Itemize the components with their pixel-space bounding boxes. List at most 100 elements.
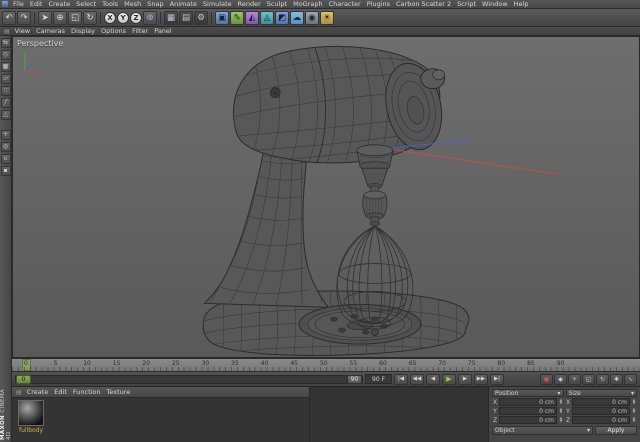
menu-file[interactable]: File	[10, 0, 27, 8]
next-key-button[interactable]: ▶▶	[474, 374, 488, 385]
size-y-stepper[interactable]: ▲▼	[631, 408, 637, 414]
enable-axis-icon[interactable]: +	[1, 130, 11, 140]
material-thumbnail[interactable]	[18, 400, 44, 426]
stepper-down-icon[interactable]: ▼	[560, 402, 563, 405]
size-z-stepper[interactable]: ▲▼	[631, 417, 637, 423]
lock-workplane-icon[interactable]: ▪	[1, 166, 11, 176]
menu-tools[interactable]: Tools	[99, 0, 121, 8]
redo-icon[interactable]: ↷	[17, 11, 31, 25]
render-settings-icon[interactable]: ⚙	[194, 11, 208, 25]
menu-plugins[interactable]: Plugins	[364, 0, 393, 8]
menu-edit[interactable]: Edit	[27, 0, 46, 8]
add-cube-icon[interactable]: ▣	[215, 11, 229, 25]
vp-menu-panel[interactable]: Panel	[151, 27, 175, 35]
vp-menu-view[interactable]: View	[12, 27, 33, 35]
add-generator-icon[interactable]: ◭	[245, 11, 259, 25]
size-y-field[interactable]: 0 cm	[572, 407, 630, 415]
position-z-stepper[interactable]: ▲▼	[558, 417, 564, 423]
stepper-down-icon[interactable]: ▼	[633, 402, 636, 405]
mat-menu-function[interactable]: Function	[70, 388, 104, 396]
lock-z-axis-button[interactable]: Z	[130, 12, 142, 24]
preview-range-slider[interactable]: 0 90	[15, 375, 363, 384]
menu-mesh[interactable]: Mesh	[121, 0, 144, 8]
texture-mode-icon[interactable]: ▦	[1, 62, 11, 72]
goto-end-button[interactable]: ▶|	[490, 374, 504, 385]
menu-create[interactable]: Create	[45, 0, 73, 8]
undo-icon[interactable]: ↶	[2, 11, 16, 25]
stepper-down-icon[interactable]: ▼	[633, 411, 636, 414]
position-y-field[interactable]: 0 cm	[499, 407, 557, 415]
lock-x-axis-button[interactable]: X	[104, 12, 116, 24]
add-environment-icon[interactable]: ☁	[290, 11, 304, 25]
record-pla-button[interactable]: ∿	[624, 374, 637, 385]
play-button[interactable]: ▶	[442, 374, 456, 385]
stepper-down-icon[interactable]: ▼	[560, 411, 563, 414]
add-light-icon[interactable]: ☀	[320, 11, 334, 25]
viewport-solo-icon[interactable]: ◎	[1, 142, 11, 152]
menu-window[interactable]: Window	[479, 0, 511, 8]
render-picture-viewer-icon[interactable]: ▤	[179, 11, 193, 25]
autokey-button[interactable]: ◆	[554, 374, 567, 385]
record-rotation-button[interactable]: ↻	[596, 374, 609, 385]
stepper-down-icon[interactable]: ▼	[633, 420, 636, 423]
vp-menu-cameras[interactable]: Cameras	[33, 27, 68, 35]
edges-mode-icon[interactable]: ╱	[1, 98, 11, 108]
model-mode-icon[interactable]: ◇	[1, 50, 11, 60]
menu-animate[interactable]: Animate	[167, 0, 200, 8]
position-column-dropdown[interactable]: Position ▾	[492, 389, 564, 397]
add-spline-icon[interactable]: ✎	[230, 11, 244, 25]
world-axis-x[interactable]	[385, 148, 557, 174]
workplane-mode-icon[interactable]: ▱	[1, 74, 11, 84]
make-editable-icon[interactable]: ⇆	[1, 38, 11, 48]
range-end-handle[interactable]: 90	[347, 375, 362, 384]
range-start-handle[interactable]: 0	[16, 375, 31, 384]
vp-menu-display[interactable]: Display	[68, 27, 98, 35]
perspective-viewport[interactable]: Perspective	[12, 36, 640, 358]
apply-button[interactable]: Apply	[595, 426, 637, 435]
mat-menu-texture[interactable]: Texture	[104, 388, 134, 396]
add-hypernurbs-icon[interactable]: ◬	[260, 11, 274, 25]
timeline-ruler[interactable]: 0 5 10 15 20 25 30 35 40 45 50 55 60 65 …	[12, 358, 640, 371]
vp-menu-filter[interactable]: Filter	[129, 27, 151, 35]
menu-script[interactable]: Script	[454, 0, 479, 8]
record-position-button[interactable]: +	[568, 374, 581, 385]
render-view-icon[interactable]: ▦	[164, 11, 178, 25]
menu-help[interactable]: Help	[511, 0, 532, 8]
menu-select[interactable]: Select	[73, 0, 99, 8]
polygons-mode-icon[interactable]: △	[1, 110, 11, 120]
menu-mograph[interactable]: MoGraph	[290, 0, 326, 8]
stepper-down-icon[interactable]: ▼	[560, 420, 563, 423]
material-item[interactable]: fullbody	[15, 400, 47, 440]
end-frame-field[interactable]: 90 F	[365, 374, 392, 384]
menu-render[interactable]: Render	[235, 0, 264, 8]
prev-key-button[interactable]: ◀◀	[410, 374, 424, 385]
mat-menu-create[interactable]: Create	[24, 388, 52, 396]
mat-menu-edit[interactable]: Edit	[51, 388, 70, 396]
add-deformer-icon[interactable]: ◩	[275, 11, 289, 25]
vp-menu-options[interactable]: Options	[98, 27, 129, 35]
add-camera-icon[interactable]: ◉	[305, 11, 319, 25]
position-y-stepper[interactable]: ▲▼	[558, 408, 564, 414]
live-selection-icon[interactable]: ➤	[38, 11, 52, 25]
coordinate-system-icon[interactable]: ⊛	[143, 11, 157, 25]
next-frame-button[interactable]: ▶	[458, 374, 472, 385]
size-column-dropdown[interactable]: Size ▾	[566, 389, 638, 397]
menu-sculpt[interactable]: Sculpt	[264, 0, 290, 8]
snap-toggle-icon[interactable]: ∪	[1, 154, 11, 164]
viewport-canvas[interactable]	[13, 37, 639, 357]
mixer-wireframe-model[interactable]	[202, 45, 557, 357]
size-z-field[interactable]: 0 cm	[572, 416, 630, 424]
menu-carbon-scatter[interactable]: Carbon Scatter 2	[393, 0, 454, 8]
position-x-stepper[interactable]: ▲▼	[558, 399, 564, 405]
record-keyframe-button[interactable]: ●	[540, 374, 553, 385]
menu-character[interactable]: Character	[326, 0, 364, 8]
size-x-field[interactable]: 0 cm	[572, 398, 630, 406]
prev-frame-button[interactable]: ◀	[426, 374, 440, 385]
rotate-tool-icon[interactable]: ↻	[83, 11, 97, 25]
lock-y-axis-button[interactable]: Y	[117, 12, 129, 24]
record-scale-button[interactable]: ◱	[582, 374, 595, 385]
position-x-field[interactable]: 0 cm	[499, 398, 557, 406]
goto-start-button[interactable]: |◀	[394, 374, 408, 385]
points-mode-icon[interactable]: ∷	[1, 86, 11, 96]
coord-mode-dropdown[interactable]: Object ▾	[492, 426, 593, 435]
